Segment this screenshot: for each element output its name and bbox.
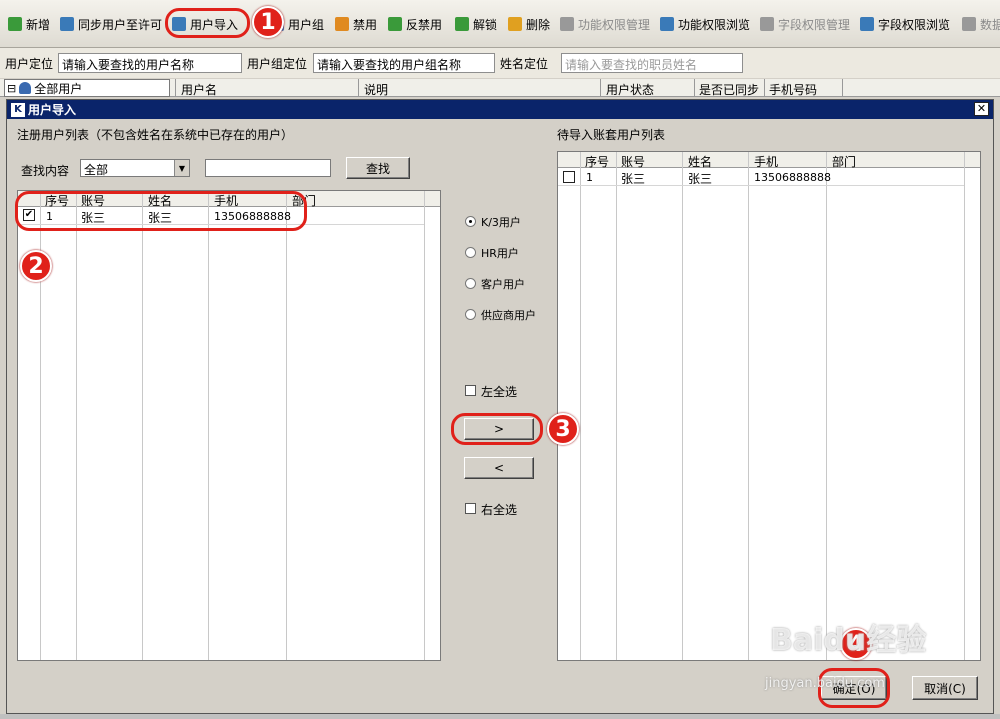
search-label: 查找内容 — [21, 164, 70, 178]
sync-icon — [60, 17, 74, 31]
row-seq: 1 — [586, 171, 593, 184]
right-col-name[interactable]: 姓名 — [688, 153, 712, 170]
toolbar-label: 功能权限管理 — [578, 17, 651, 32]
radio-supplier-user-label[interactable]: 供应商用户 — [481, 307, 536, 323]
annotation-outline-row — [15, 191, 307, 231]
toolbar-label: 用户组 — [288, 17, 325, 32]
user-locate-label: 用户定位 — [5, 57, 54, 71]
close-button[interactable]: ✕ — [974, 102, 989, 116]
col-description[interactable]: 说明 — [364, 81, 388, 98]
tree-root-label[interactable]: 全部用户 — [34, 80, 82, 97]
toolbar-label: 同步用户至许可 — [78, 17, 163, 32]
enable-icon — [388, 17, 402, 31]
name-locate-input[interactable]: 请输入要查找的职员姓名 — [561, 53, 743, 73]
right-grid-header: 序号 账号 姓名 手机 部门 — [558, 152, 980, 170]
col-synced[interactable]: 是否已同步 — [699, 81, 759, 98]
pending-import-grid: 序号 账号 姓名 手机 部门 1 张三 张三 13506888888 — [557, 151, 981, 661]
radio-supplier-user[interactable] — [465, 309, 476, 320]
annotation-badge-1: 1 — [252, 6, 284, 38]
app-icon: K — [11, 102, 25, 117]
data-icon — [962, 17, 976, 31]
toolbar-button-sync[interactable]: 同步用户至许可 — [60, 14, 162, 34]
right-col-phone[interactable]: 手机 — [754, 153, 778, 170]
annotation-badge-2: 2 — [20, 250, 52, 282]
toolbar-button-data[interactable]: 数据 — [962, 14, 1000, 34]
row-account: 张三 — [621, 172, 646, 186]
radio-hr-user[interactable] — [465, 247, 476, 258]
row-checkbox[interactable] — [563, 171, 575, 183]
left-select-all-checkbox[interactable] — [465, 385, 476, 396]
left-select-all-label[interactable]: 左全选 — [481, 383, 517, 400]
field-browse-icon — [860, 17, 874, 31]
delete-icon — [508, 17, 522, 31]
toolbar-button-field-permission[interactable]: 字段权限管理 — [760, 14, 850, 34]
right-select-all-checkbox[interactable] — [465, 503, 476, 514]
radio-customer-user-label[interactable]: 客户用户 — [481, 276, 525, 292]
toolbar-button-enable[interactable]: 反禁用 — [388, 14, 442, 34]
toolbar-button-delete[interactable]: 删除 — [508, 14, 550, 34]
radio-k3-user-label[interactable]: K/3用户 — [481, 214, 521, 230]
right-list-title: 待导入账套用户列表 — [557, 128, 666, 142]
dialog-titlebar: K 用户导入 ✕ — [7, 100, 993, 119]
dialog-title: 用户导入 — [28, 103, 77, 117]
annotation-outline-move — [451, 413, 543, 445]
radio-hr-user-label[interactable]: HR用户 — [481, 245, 519, 261]
radio-customer-user[interactable] — [465, 278, 476, 289]
toolbar-button-add[interactable]: 新增 — [8, 14, 50, 34]
chevron-down-icon[interactable]: ▼ — [174, 160, 189, 176]
watermark-url: jingyan.baidu.com — [765, 676, 885, 691]
toolbar-button-disable[interactable]: 禁用 — [335, 14, 377, 34]
toolbar-label: 禁用 — [353, 17, 378, 32]
annotation-outline-import — [165, 8, 250, 38]
status-bar — [0, 714, 1000, 719]
function-permission-icon — [560, 17, 574, 31]
cancel-button[interactable]: 取消(C) — [912, 676, 978, 700]
col-username[interactable]: 用户名 — [181, 81, 217, 98]
annotation-badge-3: 3 — [547, 413, 579, 445]
users-icon — [19, 82, 32, 94]
user-tree[interactable]: ⊟ 全部用户 — [4, 79, 170, 97]
tree-toggle-icon[interactable]: ⊟ — [7, 82, 16, 95]
group-locate-input[interactable]: 请输入要查找的用户组名称 — [313, 53, 495, 73]
toolbar-button-function-browse[interactable]: 功能权限浏览 — [660, 14, 750, 34]
user-locate-input[interactable]: 请输入要查找的用户名称 — [58, 53, 242, 73]
toolbar-label: 新增 — [26, 17, 51, 32]
toolbar-label: 数据 — [980, 17, 1000, 32]
toolbar-label: 解锁 — [473, 17, 498, 32]
search-button[interactable]: 查找 — [346, 157, 410, 179]
toolbar-label: 功能权限浏览 — [678, 17, 751, 32]
name-locate-label: 姓名定位 — [500, 57, 549, 71]
toolbar-button-field-browse[interactable]: 字段权限浏览 — [860, 14, 950, 34]
col-user-status[interactable]: 用户状态 — [606, 81, 654, 98]
toolbar-button-function-permission[interactable]: 功能权限管理 — [560, 14, 650, 34]
radio-k3-user[interactable] — [465, 216, 476, 227]
right-select-all-label[interactable]: 右全选 — [481, 501, 517, 518]
move-left-button[interactable]: < — [464, 457, 534, 479]
add-icon — [8, 17, 22, 31]
toolbar-label: 反禁用 — [406, 17, 443, 32]
row-phone: 13506888888 — [754, 171, 831, 184]
unlock-icon — [455, 17, 469, 31]
search-select-value: 全部 — [84, 163, 109, 177]
group-locate-label: 用户组定位 — [247, 57, 308, 71]
toolbar-label: 字段权限浏览 — [878, 17, 951, 32]
toolbar-label: 字段权限管理 — [778, 17, 851, 32]
right-col-account[interactable]: 账号 — [621, 153, 645, 170]
search-input[interactable] — [205, 159, 331, 177]
disable-icon — [335, 17, 349, 31]
function-browse-icon — [660, 17, 674, 31]
toolbar: 新增 同步用户至许可 用户导入 用户组 禁用 反禁用 解锁 删除 功能权限管理 功能权限浏览 字段权… — [0, 0, 1000, 48]
toolbar-button-unlock[interactable]: 解锁 — [455, 14, 497, 34]
field-permission-icon — [760, 17, 774, 31]
right-col-seq[interactable]: 序号 — [585, 153, 609, 170]
registered-users-grid: 序号 账号 姓名 手机 部门 ✔ 1 张三 张三 13506888888 — [17, 190, 441, 661]
row-name: 张三 — [688, 172, 713, 186]
right-col-dept[interactable]: 部门 — [832, 153, 856, 170]
search-field-select[interactable]: 全部 ▼ — [80, 159, 190, 177]
watermark-brand: Baidu经验 — [770, 623, 927, 658]
left-list-title: 注册用户列表（不包含姓名在系统中已存在的用户） — [17, 128, 294, 142]
toolbar-label: 删除 — [526, 17, 551, 32]
locate-bar: 用户定位 请输入要查找的用户名称 用户组定位 请输入要查找的用户组名称 姓名定位… — [0, 48, 1000, 78]
col-mobile[interactable]: 手机号码 — [769, 81, 817, 98]
